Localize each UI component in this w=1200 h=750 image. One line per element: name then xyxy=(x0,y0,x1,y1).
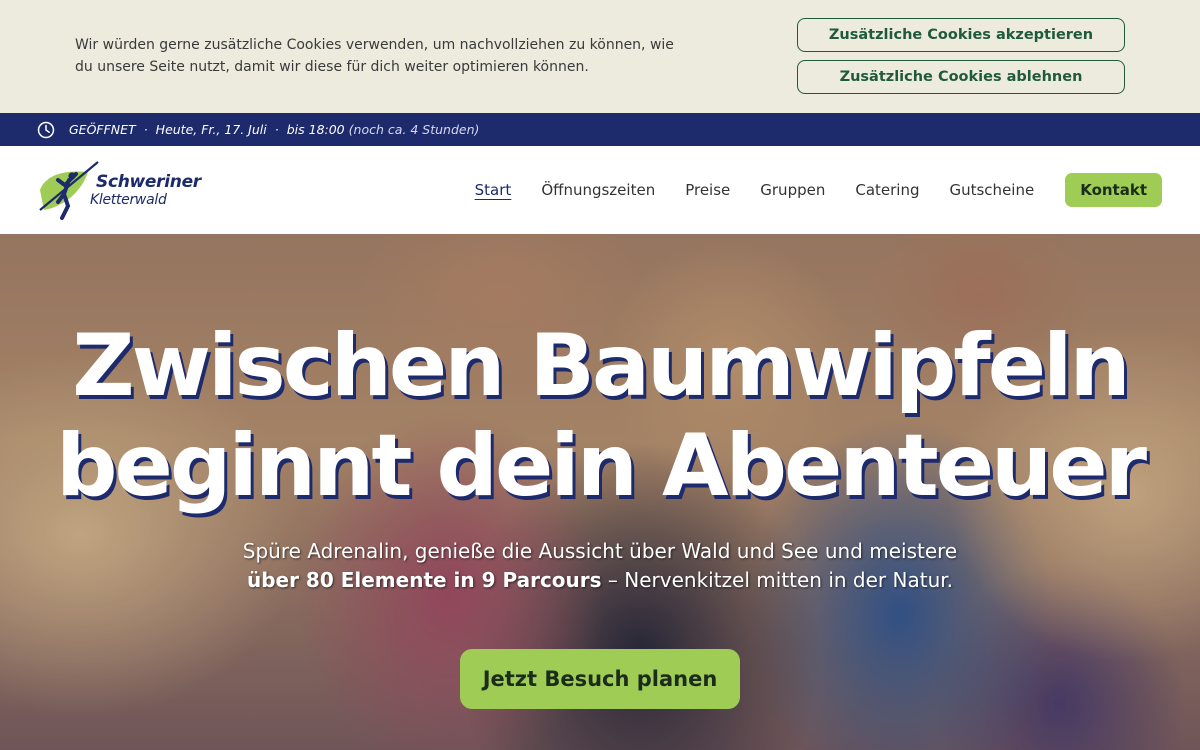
separator-dot: · xyxy=(274,122,279,137)
logo[interactable]: Schweriner Kletterwald xyxy=(36,160,201,222)
decline-cookies-button[interactable]: Zusätzliche Cookies ablehnen xyxy=(797,60,1125,94)
nav-item-preise[interactable]: Preise xyxy=(685,181,730,199)
site-header: Schweriner Kletterwald Start Öffnungszei… xyxy=(0,146,1200,234)
hero-title: Zwischen Baumwipfeln beginnt dein Abente… xyxy=(0,316,1200,516)
opening-status-bar: GEÖFFNET · Heute, Fr., 17. Juli · bis 18… xyxy=(0,113,1200,146)
clock-icon xyxy=(37,121,55,138)
logo-text: Schweriner Kletterwald xyxy=(90,172,201,209)
hero-title-line2: beginnt dein Abenteuer xyxy=(55,416,1147,516)
nav-item-catering[interactable]: Catering xyxy=(855,181,919,199)
hero-section: Zwischen Baumwipfeln beginnt dein Abente… xyxy=(0,234,1200,750)
contact-button[interactable]: Kontakt xyxy=(1065,173,1162,207)
open-day: Heute, Fr., 17. Juli xyxy=(155,122,267,137)
main-nav: Start Öffnungszeiten Preise Gruppen Cate… xyxy=(445,146,1200,234)
accept-cookies-button[interactable]: Zusätzliche Cookies akzeptieren xyxy=(797,18,1125,52)
nav-item-start[interactable]: Start xyxy=(475,181,512,199)
remaining-time: (noch ca. 4 Stunden) xyxy=(348,122,480,137)
logo-line2: Kletterwald xyxy=(90,192,167,208)
cookie-text: Wir würden gerne zusätzliche Cookies ver… xyxy=(75,37,674,75)
hero-subtitle-highlight: über 80 Elemente in 9 Parcours xyxy=(246,568,602,592)
hero-title-line1: Zwischen Baumwipfeln xyxy=(72,316,1131,416)
separator-dot: · xyxy=(143,122,148,137)
plan-visit-button[interactable]: Jetzt Besuch planen xyxy=(460,649,740,709)
open-state: GEÖFFNET xyxy=(69,122,136,137)
hero-subtitle-rest: – Nervenkitzel mitten in der Natur. xyxy=(601,568,953,592)
nav-item-gutscheine[interactable]: Gutscheine xyxy=(949,181,1034,199)
open-hours: bis 18:00 xyxy=(286,122,345,137)
nav-item-oeffnungszeiten[interactable]: Öffnungszeiten xyxy=(541,181,655,199)
logo-line1: Schweriner xyxy=(96,172,201,192)
cookie-banner: Wir würden gerne zusätzliche Cookies ver… xyxy=(0,0,1200,113)
hero-subtitle: Spüre Adrenalin, genieße die Aussicht üb… xyxy=(0,537,1200,595)
nav-item-gruppen[interactable]: Gruppen xyxy=(760,181,825,199)
hero-subtitle-line1: Spüre Adrenalin, genieße die Aussicht üb… xyxy=(242,539,958,563)
